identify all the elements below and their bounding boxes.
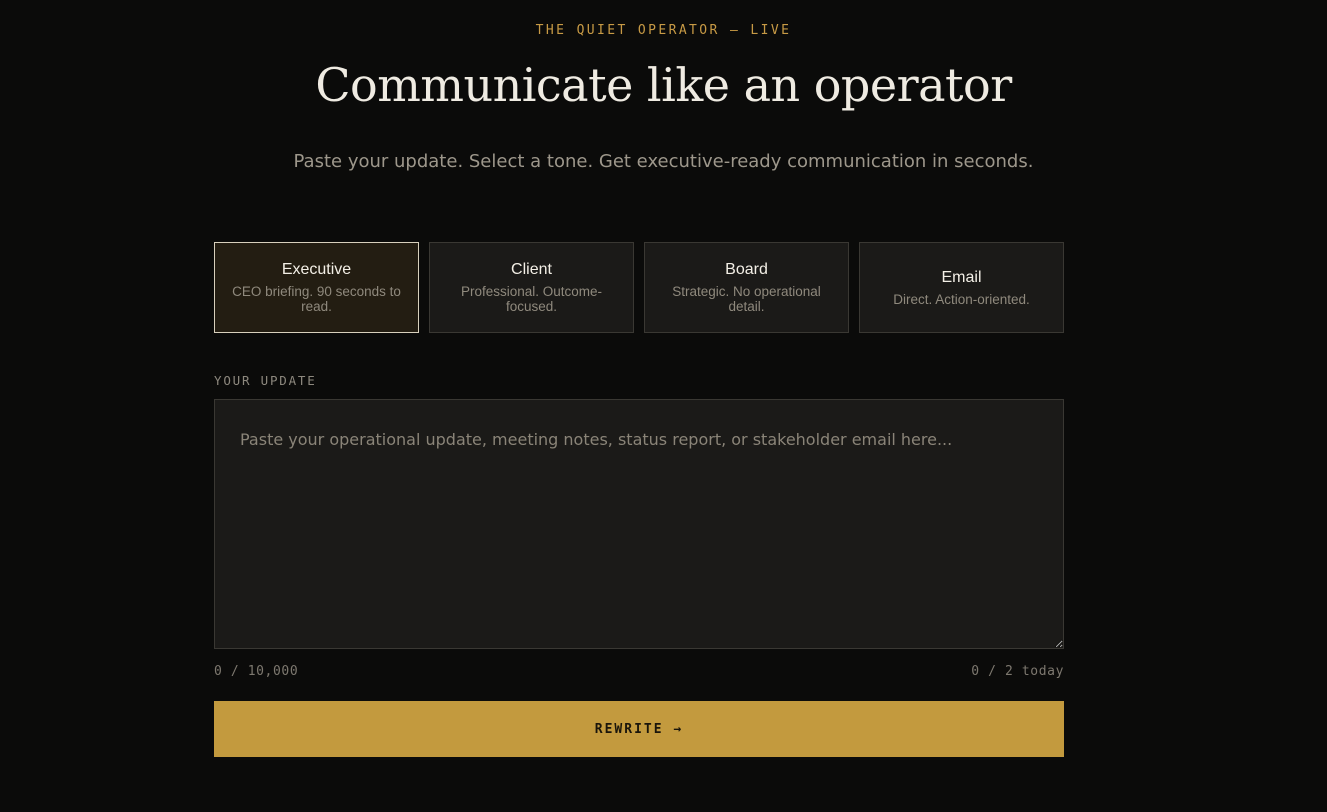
tone-option-executive[interactable]: Executive CEO briefing. 90 seconds to re…: [214, 242, 419, 333]
character-counter: 0 / 10,000: [214, 664, 299, 679]
tone-option-client[interactable]: Client Professional. Outcome-focused.: [429, 242, 634, 333]
tone-description: Direct. Action-oriented.: [893, 291, 1030, 307]
page-subtitle: Paste your update. Select a tone. Get ex…: [293, 151, 1034, 172]
rewrite-button[interactable]: REWRITE →: [214, 701, 1064, 757]
tone-selector: Executive CEO briefing. 90 seconds to re…: [214, 242, 1064, 333]
tone-option-board[interactable]: Board Strategic. No operational detail.: [644, 242, 849, 333]
page-title: Communicate like an operator: [315, 58, 1012, 112]
tone-description: CEO briefing. 90 seconds to read.: [232, 284, 401, 314]
update-input[interactable]: [214, 399, 1064, 649]
tone-description: Strategic. No operational detail.: [672, 284, 821, 314]
tone-name: Executive: [281, 261, 352, 278]
tone-description: Professional. Outcome-focused.: [460, 284, 603, 314]
tone-name: Client: [511, 261, 552, 278]
eyebrow-tagline: THE QUIET OPERATOR — LIVE: [535, 23, 792, 38]
tone-name: Board: [725, 261, 768, 278]
tone-option-email[interactable]: Email Direct. Action-oriented.: [859, 242, 1064, 333]
update-label: YOUR UPDATE: [214, 373, 317, 388]
daily-usage-counter: 0 / 2 today: [971, 664, 1064, 679]
tone-name: Email: [941, 268, 982, 286]
